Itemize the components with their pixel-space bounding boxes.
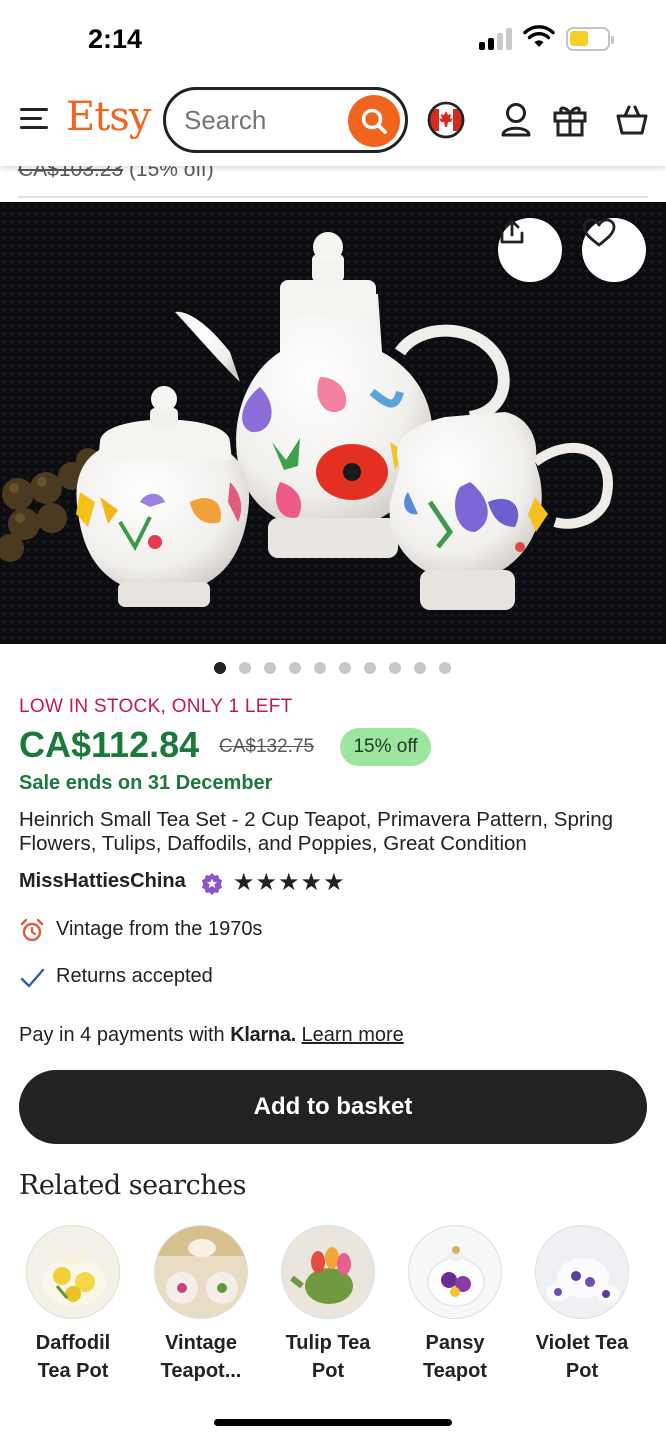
klarna-prefix: Pay in 4 payments with — [19, 1024, 225, 1046]
related-label: Daffodil Tea Pot — [35, 1332, 111, 1382]
carousel-dot[interactable] — [214, 662, 226, 674]
gift-icon[interactable] — [550, 100, 590, 140]
wifi-icon — [523, 25, 555, 47]
related-item-daffodil[interactable]: Daffodil Tea Pot — [21, 1225, 125, 1385]
product-title: Heinrich Small Tea Set - 2 Cup Teapot, P… — [19, 808, 614, 855]
favorite-button[interactable] — [582, 218, 646, 282]
carousel-dot[interactable] — [264, 662, 276, 674]
klarna-payment-info: Pay in 4 payments with Klarna. Learn mor… — [19, 1024, 404, 1047]
heart-icon — [582, 218, 616, 247]
carousel-dot[interactable] — [289, 662, 301, 674]
related-thumbnail — [154, 1225, 248, 1319]
account-icon[interactable] — [496, 100, 536, 140]
related-item-vintage-teapot[interactable]: Vintage Teapot... — [149, 1225, 253, 1385]
related-label: Violet Tea Pot — [535, 1332, 629, 1382]
search-icon — [361, 108, 387, 134]
related-thumbnail — [408, 1225, 502, 1319]
etsy-logo[interactable]: Etsy — [66, 94, 151, 140]
vintage-text: Vintage from the 1970s — [56, 918, 263, 940]
status-bar: 2:14 — [0, 0, 666, 80]
carousel-dot[interactable] — [364, 662, 376, 674]
stock-alert: LOW IN STOCK, ONLY 1 LEFT — [19, 696, 293, 717]
share-icon — [500, 219, 524, 244]
related-thumbnail — [535, 1225, 629, 1319]
sticky-price-strip: CA$103.23 (15% off) — [0, 166, 666, 202]
alarm-clock-icon — [20, 918, 44, 942]
related-item-violet[interactable]: Violet Tea Pot — [530, 1225, 634, 1385]
klarna-logo: Klarna. — [230, 1024, 296, 1046]
sale-price: CA$112.84 — [19, 724, 200, 765]
share-button[interactable] — [498, 218, 562, 282]
learn-more-link[interactable]: Learn more — [301, 1024, 403, 1046]
carousel-dot[interactable] — [439, 662, 451, 674]
peek-price: CA$103.23 (15% off) — [18, 166, 214, 181]
add-to-basket-button[interactable]: Add to basket — [19, 1070, 647, 1144]
search-bar[interactable] — [163, 87, 408, 153]
original-price: CA$132.75 — [219, 736, 315, 757]
signal-icon — [479, 28, 515, 50]
menu-icon[interactable] — [20, 106, 50, 132]
shop-name-link[interactable]: MissHattiesChina — [19, 870, 186, 893]
home-indicator[interactable] — [214, 1419, 452, 1426]
carousel-dot[interactable] — [339, 662, 351, 674]
carousel-dot[interactable] — [414, 662, 426, 674]
status-time: 2:14 — [88, 24, 143, 54]
tea-set-photo — [0, 202, 666, 644]
related-thumbnail — [26, 1225, 120, 1319]
carousel-dot[interactable] — [389, 662, 401, 674]
related-thumbnail — [281, 1225, 375, 1319]
checkmark-icon — [20, 968, 45, 988]
canada-flag-icon[interactable] — [426, 100, 466, 140]
star-seller-badge-icon — [201, 873, 223, 895]
carousel-dot[interactable] — [239, 662, 251, 674]
search-input[interactable] — [184, 104, 334, 136]
related-item-tulip[interactable]: Tulip Tea Pot — [276, 1225, 380, 1385]
top-header: Etsy — [0, 80, 666, 166]
battery-icon — [566, 27, 614, 51]
product-image[interactable] — [0, 202, 666, 644]
rating-stars[interactable]: ★★★★★ — [233, 868, 346, 896]
returns-text: Returns accepted — [56, 965, 213, 987]
sale-ends-text: Sale ends on 31 December — [19, 772, 273, 794]
search-button[interactable] — [348, 95, 400, 147]
related-label: Pansy Teapot — [422, 1332, 488, 1382]
basket-icon[interactable] — [612, 100, 652, 140]
divider — [18, 196, 648, 198]
related-label: Tulip Tea Pot — [285, 1332, 371, 1382]
related-item-pansy[interactable]: Pansy Teapot — [403, 1225, 507, 1385]
discount-badge: 15% off — [340, 728, 431, 766]
carousel-dot[interactable] — [314, 662, 326, 674]
related-label: Vintage Teapot... — [160, 1332, 242, 1382]
related-searches-heading: Related searches — [19, 1170, 246, 1201]
